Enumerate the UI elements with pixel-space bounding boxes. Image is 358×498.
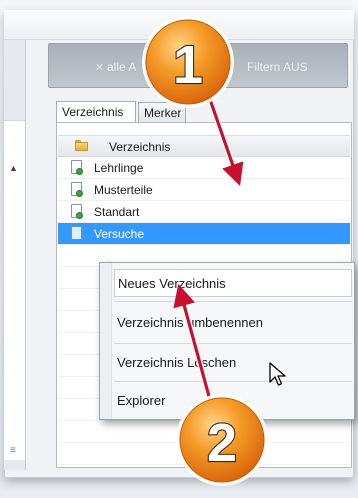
callout-2-number: 2 <box>207 413 237 473</box>
callout-2: 2 <box>173 283 268 486</box>
annotation-layer: 1 2 <box>142 16 268 486</box>
callout-1: 1 <box>142 16 244 187</box>
callout-1-number: 1 <box>173 35 203 95</box>
arrow-2 <box>173 283 212 401</box>
